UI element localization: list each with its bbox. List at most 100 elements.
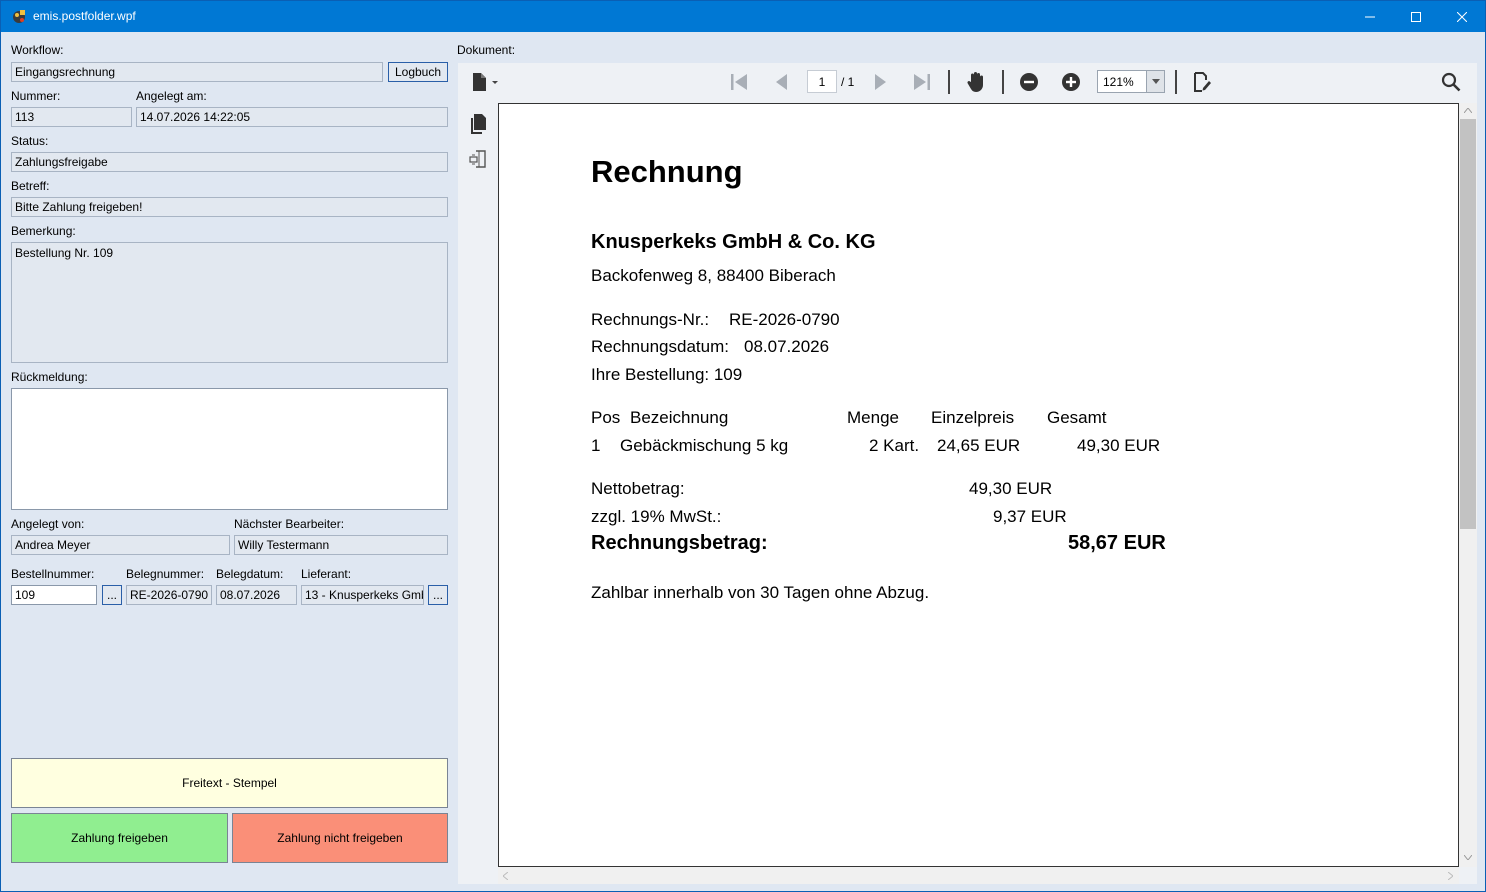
bookmarks-button[interactable] [468,149,488,169]
first-page-icon [731,74,747,90]
naechster-bearbeiter-label: Nächster Bearbeiter: [234,517,345,531]
window-title: emis.postfolder.wpf [33,9,136,23]
bestellnummer-label: Bestellnummer: [11,567,95,581]
sign-document-button[interactable] [1191,71,1213,93]
thumbnails-button[interactable] [468,113,488,135]
previous-page-button[interactable] [771,71,791,93]
last-page-icon [914,74,930,90]
col-pos: Pos [591,408,621,427]
freitext-stempel-button[interactable]: Freitext - Stempel [11,758,448,808]
zahlung-freigeben-button[interactable]: Zahlung freigeben [11,813,228,863]
viewer-sidebar [458,101,498,884]
chevron-left-icon [503,872,508,880]
next-page-button[interactable] [871,71,891,93]
betreff-field[interactable]: Bitte Zahlung freigeben! [11,197,448,217]
invoice-nr-value: RE-2026-0790 [729,310,840,329]
rueckmeldung-textarea[interactable] [11,388,448,510]
zoom-out-button[interactable] [1018,71,1040,93]
app-window: emis.postfolder.wpf Workflow: Eingangsre… [0,0,1486,892]
zoom-value: 121% [1103,75,1134,89]
netto-label: Nettobetrag: [591,479,685,498]
mwst-value: 9,37 EUR [993,507,1067,526]
hand-tool-button[interactable] [964,71,988,93]
status-label: Status: [11,134,49,148]
pages-icon [471,114,486,134]
zoom-out-icon [1020,73,1038,91]
file-icon [473,73,498,91]
status-field[interactable]: Zahlungsfreigabe [11,152,448,172]
first-page-button[interactable] [728,71,750,93]
bemerkung-textarea[interactable]: Bestellung Nr. 109 [11,242,448,363]
belegdatum-label: Belegdatum: [216,567,284,581]
row-pos: 1 [591,436,601,455]
row-bezeichnung: Gebäckmischung 5 kg [620,436,789,455]
angelegt-am-label: Angelegt am: [136,89,207,103]
angelegt-am-field[interactable]: 14.07.2026 14:22:05 [136,107,448,127]
workflow-field[interactable]: Eingangsrechnung [11,62,383,82]
zoom-select[interactable]: 121% [1097,70,1165,93]
close-button[interactable] [1439,1,1485,32]
nummer-field[interactable]: 113 [11,107,132,127]
app-logo-icon [13,10,25,23]
betreff-label: Betreff: [11,179,50,193]
brutto-value: 58,67 EUR [1068,532,1166,554]
invoice-title: Rechnung [591,154,743,189]
next-page-icon [875,74,886,90]
maximize-button[interactable] [1393,1,1439,32]
netto-value: 49,30 EUR [969,479,1053,498]
zoom-dropdown-button[interactable] [1146,71,1164,92]
belegnummer-label: Belegnummer: [126,567,205,581]
brutto-label: Rechnungsbetrag: [591,532,768,554]
angelegt-von-field[interactable]: Andrea Meyer [11,535,230,555]
zoom-in-icon [1062,73,1080,91]
toolbar-separator [1175,70,1177,94]
belegdatum-field[interactable]: 08.07.2026 [216,585,297,605]
bestellnummer-browse-button[interactable]: ... [102,585,122,605]
col-einzelpreis: Einzelpreis [931,408,1015,427]
vertical-scroll-thumb[interactable] [1460,119,1476,529]
vertical-scrollbar[interactable] [1459,103,1477,867]
row-menge: 2 Kart. [869,436,920,455]
payment-terms: Zahlbar innerhalb von 30 Tagen ohne Abzu… [591,583,930,602]
col-menge: Menge [847,408,899,427]
invoice-date-label: Rechnungsdatum: [591,337,729,356]
belegnummer-field[interactable]: RE-2026-0790 [126,585,212,605]
viewer-toolbar: 1 / 1 121% [458,63,1477,101]
invoice-company: Knusperkeks GmbH & Co. KG [591,231,876,253]
file-menu-button[interactable] [466,71,502,93]
pdf-page: Rechnung Knusperkeks GmbH & Co. KG Backo… [498,103,1459,867]
toolbar-separator [1002,70,1004,94]
invoice-order: Ihre Bestellung: 109 [591,365,743,384]
title-bar[interactable]: emis.postfolder.wpf [1,1,1485,32]
naechster-bearbeiter-field[interactable]: Willy Testermann [234,535,448,555]
invoice-nr-label: Rechnungs-Nr.: [591,310,710,329]
document-edit-icon [1194,72,1211,92]
invoice-date-value: 08.07.2026 [744,337,830,356]
zoom-in-button[interactable] [1060,71,1082,93]
workflow-label: Workflow: [11,43,64,57]
minimize-icon [1365,16,1375,17]
row-gesamt: 49,30 EUR [1077,436,1161,455]
chevron-up-icon [1464,108,1472,113]
horizontal-scrollbar[interactable] [498,867,1459,884]
page-number-input[interactable]: 1 [807,70,837,93]
bemerkung-label: Bemerkung: [11,224,76,238]
minimize-button[interactable] [1347,1,1393,32]
last-page-button[interactable] [910,71,934,93]
chevron-down-icon [1151,79,1160,84]
toolbar-separator [948,70,950,94]
previous-page-icon [776,74,787,90]
dokument-label: Dokument: [457,43,516,57]
invoice-address: Backofenweg 8, 88400 Biberach [591,266,836,285]
zahlung-nicht-freigeben-button[interactable]: Zahlung nicht freigeben [232,813,448,863]
mwst-label: zzgl. 19% MwSt.: [591,507,722,526]
chevron-right-icon [1448,872,1453,880]
logbuch-button[interactable]: Logbuch [388,62,448,82]
angelegt-von-label: Angelegt von: [11,517,85,531]
lieferant-field[interactable]: 13 - Knusperkeks GmbH [301,585,424,605]
hand-icon [967,72,983,92]
lieferant-browse-button[interactable]: ... [428,585,448,605]
page-total: / 1 [841,75,855,89]
search-button[interactable] [1440,71,1462,93]
bestellnummer-input[interactable]: 109 [11,585,97,605]
